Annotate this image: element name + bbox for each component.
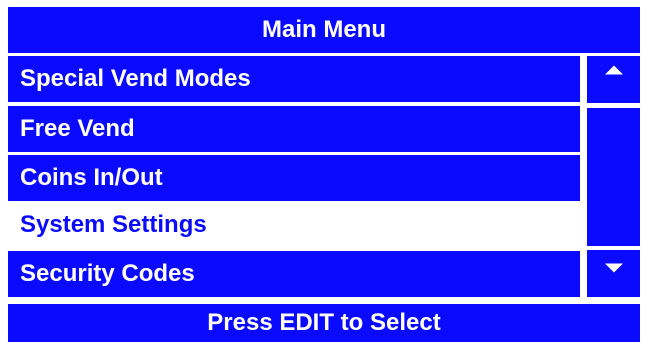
footer-prompt: Press EDIT to Select [8,304,640,342]
menu-item-label: Special Vend Modes [20,65,251,92]
menu-item-label: Security Codes [20,260,195,287]
triangle-up-icon [604,65,623,74]
menu-item-label: System Settings [20,210,207,238]
menu-item-free-vend[interactable]: Free Vend [8,106,580,152]
vend-display-screen: Main Menu Special Vend Modes Free Vend C… [0,0,648,345]
scroll-down-button[interactable] [587,250,640,297]
menu-item-system-settings[interactable]: System Settings [8,202,580,247]
page-title: Main Menu [8,7,640,53]
menu-item-label: Coins In/Out [20,164,163,191]
menu-item-security-codes[interactable]: Security Codes [8,251,580,297]
scroll-up-button[interactable] [587,56,640,103]
menu-item-coins-in-out[interactable]: Coins In/Out [8,155,580,201]
menu-item-label: Free Vend [20,115,135,142]
scroll-track[interactable] [587,108,640,246]
menu-item-special-vend-modes[interactable]: Special Vend Modes [8,56,580,102]
triangle-down-icon [604,263,623,272]
